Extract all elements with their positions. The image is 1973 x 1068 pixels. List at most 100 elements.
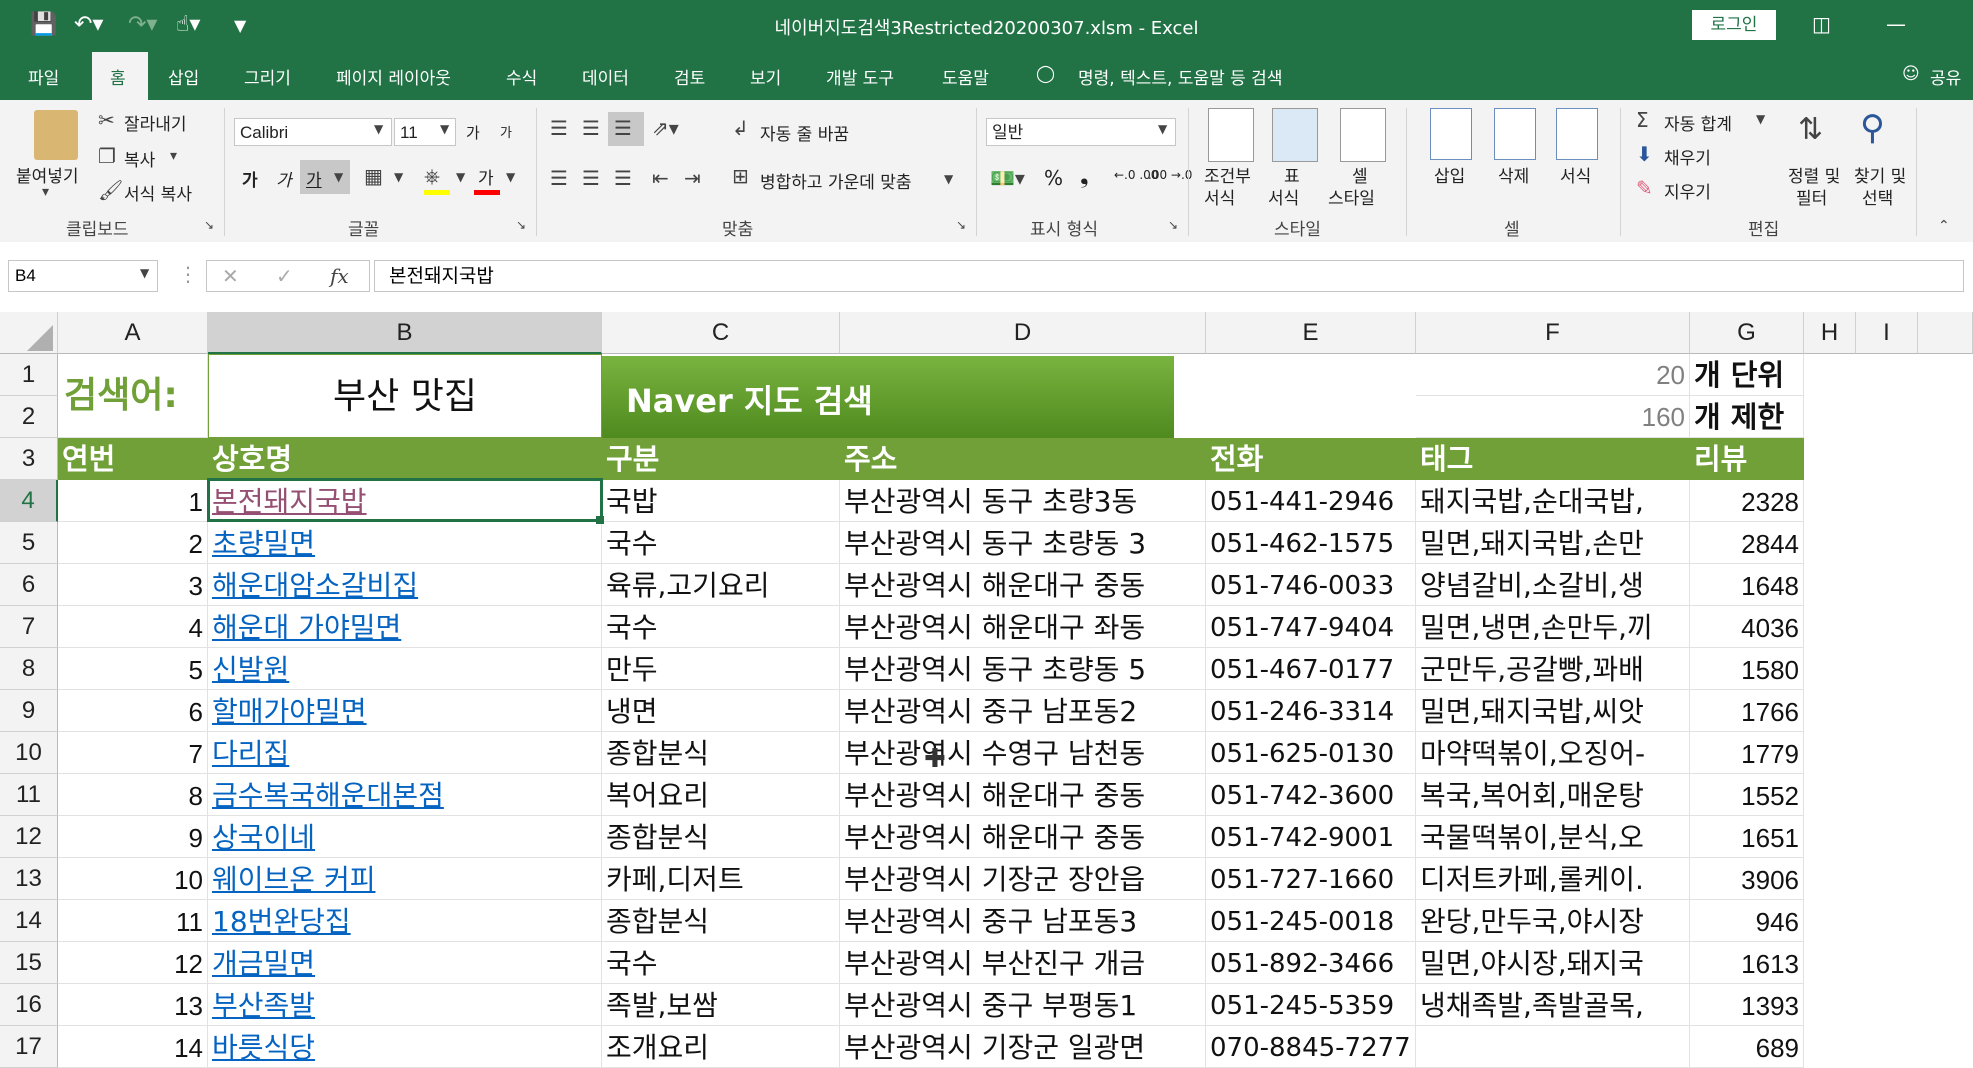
cell-phone[interactable]: 051-727-1660 (1206, 858, 1416, 900)
font-name-combo[interactable]: Calibri (234, 118, 392, 146)
accounting-format-icon[interactable]: 💵▾ (990, 166, 1025, 190)
font-color-icon[interactable]: 가 (478, 164, 494, 189)
insert-function-icon[interactable]: fx (330, 264, 349, 288)
cell-tags[interactable]: 밀면,야시장,돼지국 (1416, 942, 1690, 984)
cell-index[interactable]: 10 (58, 858, 208, 900)
decrease-indent-icon[interactable]: ⇤ (652, 166, 669, 190)
cell-index[interactable]: 7 (58, 732, 208, 774)
cell-category[interactable]: 조개요리 (602, 1026, 840, 1068)
tab-help[interactable]: 도움말 (942, 64, 989, 89)
cell-category[interactable]: 국수 (602, 942, 840, 984)
tab-view[interactable]: 보기 (750, 64, 781, 89)
sort-filter-icon[interactable]: ⇅ (1798, 112, 1823, 147)
row-header[interactable]: 3 (0, 438, 58, 480)
cell-phone[interactable]: 051-746-0033 (1206, 564, 1416, 606)
fill-color-icon[interactable]: ⎈ (424, 164, 440, 188)
cell-reviews[interactable]: 1779 (1690, 732, 1804, 774)
cell-category[interactable]: 종합분식 (602, 816, 840, 858)
cell-tags[interactable]: 군만두,공갈빵,꽈배 (1416, 648, 1690, 690)
cell-reviews[interactable]: 4036 (1690, 606, 1804, 648)
tab-data[interactable]: 데이터 (582, 64, 629, 89)
number-format-combo[interactable]: 일반 (986, 118, 1176, 146)
cell-phone[interactable]: 051-245-5359 (1206, 984, 1416, 1026)
cell-category[interactable]: 육류,고기요리 (602, 564, 840, 606)
minimize-icon[interactable]: — (1886, 12, 1906, 36)
unit-value-cell[interactable]: 20 (1416, 354, 1690, 396)
cell-address[interactable]: 부산광역시 기장군 장안읍 (840, 858, 1206, 900)
format-cells-button[interactable]: 서식 (1560, 162, 1591, 187)
cell-category[interactable]: 복어요리 (602, 774, 840, 816)
cell-tags[interactable]: 밀면,돼지국밥,손만 (1416, 522, 1690, 564)
cell-address[interactable]: 부산광역시 해운대구 중동 (840, 816, 1206, 858)
cell-name[interactable]: 상국이네 (208, 816, 602, 858)
cell-phone[interactable]: 051-441-2946 (1206, 480, 1416, 522)
number-launcher-icon[interactable]: ↘ (1168, 218, 1178, 232)
cell-tags[interactable]: 양념갈비,소갈비,생 (1416, 564, 1690, 606)
row-header[interactable]: 7 (0, 606, 58, 648)
row-header[interactable]: 1 (0, 354, 58, 396)
naver-search-button[interactable]: Naver 지도 검색 (602, 356, 1174, 438)
decrease-decimal-button[interactable]: .00 →.0 (1148, 168, 1192, 182)
cell-name[interactable]: 개금밀면 (208, 942, 602, 984)
cell-reviews[interactable]: 1613 (1690, 942, 1804, 984)
delete-cells-button[interactable]: 삭제 (1498, 162, 1529, 187)
font-color-dropdown-icon[interactable]: ▼ (506, 170, 515, 184)
cell-tags[interactable]: 완당,만두국,야시장 (1416, 900, 1690, 942)
cell-name[interactable]: 본전돼지국밥 (208, 480, 602, 522)
paste-icon[interactable] (34, 110, 78, 160)
row-header[interactable]: 16 (0, 984, 58, 1026)
cell-index[interactable]: 9 (58, 816, 208, 858)
cell-name[interactable]: 18번완당집 (208, 900, 602, 942)
cell-name[interactable]: 금수복국해운대본점 (208, 774, 602, 816)
column-header-g[interactable]: G (1690, 312, 1804, 354)
cell-index[interactable]: 1 (58, 480, 208, 522)
cell-category[interactable]: 냉면 (602, 690, 840, 732)
column-header-e[interactable]: E (1206, 312, 1416, 354)
cell-name[interactable]: 부산족발 (208, 984, 602, 1026)
grow-font-button[interactable]: 가 (466, 122, 480, 143)
ribbon-display-icon[interactable]: ◫ (1812, 12, 1831, 36)
wrap-text-button[interactable]: 자동 줄 바꿈 (760, 120, 849, 145)
name-box-dropdown-icon[interactable]: ▼ (140, 266, 149, 280)
fill-handle[interactable] (596, 516, 604, 524)
name-box[interactable]: B4 (8, 260, 158, 292)
select-all-corner[interactable] (0, 312, 58, 354)
cell-address[interactable]: 부산광역시 동구 초량3동 (840, 480, 1206, 522)
font-launcher-icon[interactable]: ↘ (516, 218, 526, 232)
tab-formulas[interactable]: 수식 (506, 64, 537, 89)
cell-address[interactable]: 부산광역시 수영구 남천동 (840, 732, 1206, 774)
tab-page-layout[interactable]: 페이지 레이아웃 (336, 64, 451, 89)
tab-home[interactable]: 홈 (110, 64, 126, 89)
cell-name[interactable]: 할매가야밀면 (208, 690, 602, 732)
number-format-dropdown-icon[interactable]: ▼ (1158, 122, 1167, 136)
font-name-dropdown-icon[interactable]: ▼ (374, 122, 383, 136)
cell-styles-icon[interactable] (1340, 108, 1386, 162)
share-button[interactable]: 공유 (1930, 64, 1961, 89)
cell-phone[interactable]: 051-747-9404 (1206, 606, 1416, 648)
cell-index[interactable]: 3 (58, 564, 208, 606)
cell-address[interactable]: 부산광역시 중구 부평동1 (840, 984, 1206, 1026)
cell-index[interactable]: 14 (58, 1026, 208, 1068)
insert-cells-icon[interactable] (1430, 108, 1472, 160)
align-bottom-icon[interactable]: ☰ (614, 116, 632, 140)
row-header[interactable]: 13 (0, 858, 58, 900)
cell-name[interactable]: 초량밀면 (208, 522, 602, 564)
cell-reviews[interactable]: 689 (1690, 1026, 1804, 1068)
tab-review[interactable]: 검토 (674, 64, 705, 89)
tab-draw[interactable]: 그리기 (244, 64, 291, 89)
cell-index[interactable]: 13 (58, 984, 208, 1026)
copy-dropdown-icon[interactable]: ▾ (170, 148, 177, 164)
cell-phone[interactable]: 051-625-0130 (1206, 732, 1416, 774)
cell-index[interactable]: 6 (58, 690, 208, 732)
clear-button[interactable]: 지우기 (1664, 178, 1711, 203)
row-header[interactable]: 4 (0, 480, 58, 522)
cell-address[interactable]: 부산광역시 해운대구 좌동 (840, 606, 1206, 648)
cell-address[interactable]: 부산광역시 중구 남포동2 (840, 690, 1206, 732)
cell-phone[interactable]: 051-467-0177 (1206, 648, 1416, 690)
row-header[interactable]: 12 (0, 816, 58, 858)
tab-file[interactable]: 파일 (28, 64, 59, 89)
fill-color-dropdown-icon[interactable]: ▼ (456, 170, 465, 184)
cut-button[interactable]: 잘라내기 (124, 110, 187, 135)
cell-phone[interactable]: 070-8845-7277 (1206, 1026, 1416, 1068)
shrink-font-button[interactable]: 가 (500, 122, 512, 141)
